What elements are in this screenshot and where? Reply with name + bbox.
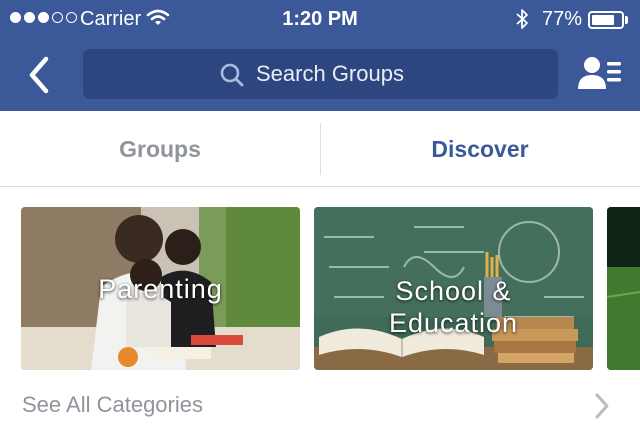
battery-percentage: 77% [542,8,583,30]
search-groups-input[interactable]: Search Groups [83,49,558,99]
back-button[interactable] [24,55,58,95]
chevron-right-icon [594,392,610,425]
friend-list-button[interactable] [576,53,624,95]
battery-nub [625,16,628,24]
tab-discover[interactable]: Discover [320,111,640,187]
battery-icon [588,11,624,29]
battery-level [592,15,614,25]
chevron-left-icon [29,56,49,94]
status-bar: Carrier 1:20 PM 77% [0,0,640,38]
search-placeholder: Search Groups [256,61,404,86]
sports-photo [607,207,640,370]
top-header: Carrier 1:20 PM 77% Search Groups [0,0,640,111]
see-all-categories-label: See All Categories [22,392,203,417]
category-label-education: Education [388,308,519,338]
category-label-parenting: Parenting [98,274,223,304]
search-icon [219,62,245,93]
tab-groups[interactable]: Groups [0,111,320,187]
category-card-school-education[interactable]: School & Education [314,207,593,370]
bluetooth-icon [514,7,530,37]
category-label-school: School & [395,276,512,306]
category-card-parenting[interactable]: Parenting [21,207,300,370]
category-card-partial[interactable] [607,207,640,370]
friend-list-icon [578,57,621,89]
groups-tab-bar: Groups Discover [0,111,640,187]
see-all-categories-link[interactable]: See All Categories [0,388,640,434]
